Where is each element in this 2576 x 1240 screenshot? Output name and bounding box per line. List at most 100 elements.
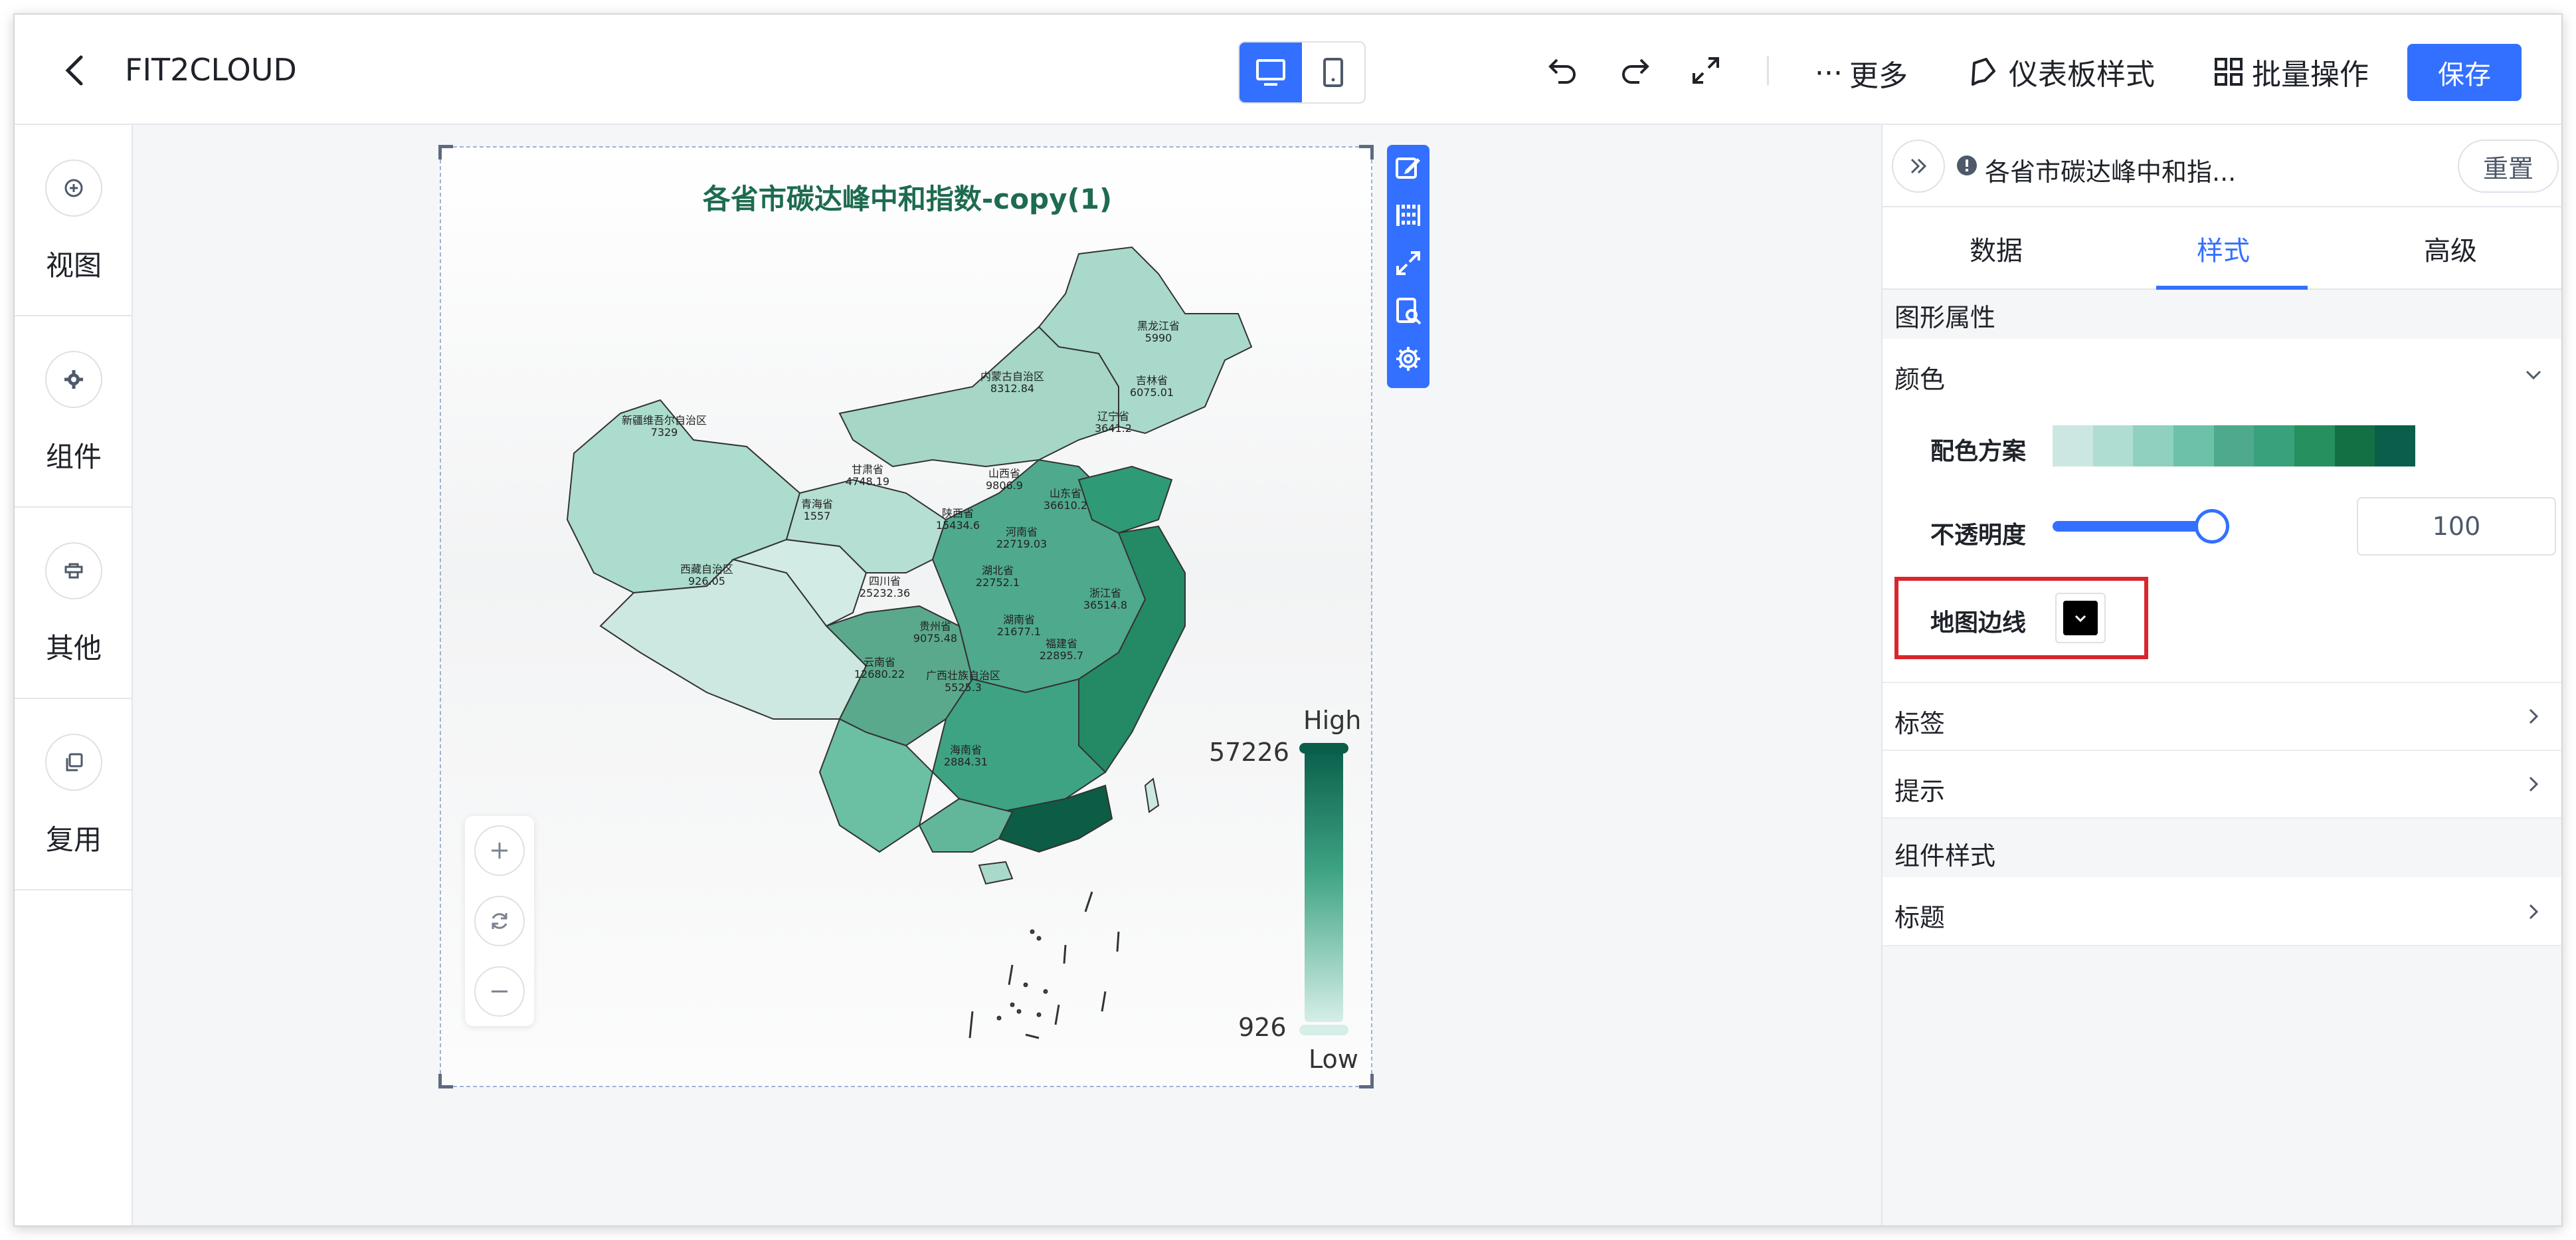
legend-handle-top[interactable] — [1299, 743, 1348, 754]
edit-icon[interactable] — [1394, 153, 1423, 182]
color-scheme-swatch — [2133, 425, 2174, 466]
color-group-header[interactable]: 颜色 — [1894, 359, 1945, 395]
sidebar-item-label: 其他 — [45, 632, 102, 665]
plus-circle-icon — [45, 159, 102, 217]
chevron-down-icon[interactable] — [2522, 363, 2545, 387]
title-group-header: 标题 — [1894, 903, 1946, 932]
top-toolbar: FIT2CLOUD ··· 更多 仪表板样式 批量操作 保存 — [15, 15, 2561, 125]
map-label-value: 6075.01 — [1130, 386, 1174, 399]
map-label-value: 4748.19 — [846, 475, 889, 488]
color-scheme-swatch — [2053, 425, 2093, 466]
map-label-value: 36610.2 — [1044, 499, 1087, 512]
dashboard-style-button[interactable]: 仪表板样式 — [1968, 51, 2155, 93]
map-label-name: 青海省 — [801, 498, 833, 510]
map-label-name: 山东省 — [1050, 487, 1081, 500]
back-arrow-icon[interactable] — [56, 51, 96, 90]
map-label-name: 甘肃省 — [852, 463, 883, 476]
save-button[interactable]: 保存 — [2407, 44, 2522, 101]
undo-button[interactable] — [1546, 53, 1581, 88]
opacity-slider-handle[interactable] — [2195, 509, 2229, 544]
dashboard-title: FIT2CLOUD — [125, 52, 297, 88]
map-label-value: 5525.3 — [945, 681, 982, 694]
fullscreen-button[interactable] — [1689, 53, 1723, 88]
sidebar-item-label: 视图 — [45, 249, 102, 282]
app-window: FIT2CLOUD ··· 更多 仪表板样式 批量操作 保存 视图 组件 其他 … — [13, 13, 2563, 1227]
linkage-icon[interactable] — [1394, 201, 1423, 230]
label-settings-group[interactable]: 标签 — [1883, 683, 2561, 751]
sidebar-item-component[interactable]: 组件 — [15, 316, 133, 508]
map-label-name: 广西壮族自治区 — [926, 669, 1000, 682]
map-label-value: 15434.6 — [936, 519, 980, 532]
desktop-icon — [1256, 59, 1285, 86]
chevron-right-icon — [2529, 708, 2539, 724]
batch-operation-button[interactable]: 批量操作 — [2213, 51, 2369, 93]
map-label-value: 8312.84 — [990, 382, 1034, 395]
color-scheme-swatch — [2213, 425, 2254, 466]
more-button[interactable]: ··· 更多 — [1815, 52, 1908, 94]
map-label-value: 9075.48 — [913, 632, 957, 645]
enlarge-icon[interactable] — [1394, 249, 1423, 278]
title-settings-group[interactable]: 标题 — [1883, 877, 2561, 946]
reset-button[interactable]: 重置 — [2458, 140, 2559, 193]
sidebar-item-other[interactable]: 其他 — [15, 508, 133, 699]
map-label-value: 22719.03 — [996, 538, 1047, 550]
map-label-value: 21677.1 — [997, 625, 1041, 638]
tab-data[interactable]: 数据 — [1883, 207, 2110, 290]
plus-icon — [492, 843, 507, 859]
settings-gear-icon[interactable] — [1394, 344, 1423, 373]
reset-zoom-button[interactable] — [474, 896, 525, 946]
map-label-name: 山西省 — [988, 467, 1020, 480]
tab-advanced[interactable]: 高级 — [2337, 207, 2561, 290]
china-map[interactable]: 黑龙江省 5990 吉林省 6075.01 辽宁省 3641.2 内蒙古自治区 … — [441, 148, 1374, 1088]
color-scheme-swatches[interactable] — [2053, 425, 2416, 466]
tab-style[interactable]: 样式 — [2110, 207, 2337, 290]
legend-max-value: 57226 — [1209, 738, 1289, 767]
component-sidebar: 视图 组件 其他 复用 — [15, 125, 133, 1225]
map-label-name: 浙江省 — [1089, 587, 1121, 599]
sidebar-item-view[interactable]: 视图 — [15, 125, 133, 316]
zoom-in-button[interactable] — [474, 825, 525, 876]
chevron-down-icon — [2074, 615, 2086, 623]
map-label-name: 新疆维吾尔自治区 — [622, 414, 707, 427]
redo-button[interactable] — [1617, 53, 1651, 88]
batch-operation-label: 批量操作 — [2252, 58, 2369, 92]
map-label-name: 内蒙古自治区 — [980, 370, 1044, 383]
legend-high-label: High — [1303, 706, 1362, 735]
legend-handle-bottom[interactable] — [1299, 1025, 1348, 1035]
map-label-name: 贵州省 — [919, 620, 951, 633]
map-label-value: 5990 — [1145, 332, 1172, 344]
minus-icon — [492, 990, 507, 993]
grid-icon — [2215, 58, 2243, 86]
zoom-out-button[interactable] — [474, 966, 525, 1017]
map-label-name: 四川省 — [869, 575, 901, 587]
opacity-slider-track[interactable] — [2053, 521, 2212, 532]
map-label-value: 2884.31 — [944, 756, 988, 768]
more-label: 更多 — [1849, 59, 1908, 93]
map-label-value: 1557 — [804, 510, 831, 522]
sidebar-item-label: 组件 — [45, 441, 102, 473]
mobile-view-button[interactable] — [1302, 43, 1364, 102]
section-component-style: 组件样式 — [1894, 841, 1996, 871]
gear-icon — [45, 351, 102, 408]
desktop-view-button[interactable] — [1240, 43, 1302, 102]
map-chart-widget[interactable]: 各省市碳达峰中和指数-copy(1) 黑龙江省 5990 吉林省 6075.01… — [438, 145, 1374, 1088]
redo-icon — [1622, 58, 1649, 84]
region-taiwan[interactable] — [1144, 777, 1160, 813]
sidebar-item-reuse[interactable]: 复用 — [15, 699, 133, 890]
collapse-panel-button[interactable] — [1892, 140, 1945, 193]
view-detail-icon[interactable] — [1394, 296, 1423, 326]
color-scheme-swatch — [2375, 425, 2416, 466]
map-label-name: 河南省 — [1006, 526, 1038, 538]
device-switcher — [1238, 41, 1366, 104]
dashboard-style-label: 仪表板样式 — [2009, 58, 2155, 92]
border-color-picker[interactable] — [2055, 593, 2106, 643]
legend-low-label: Low — [1309, 1045, 1358, 1074]
mobile-icon — [1323, 58, 1343, 87]
color-scheme-swatch — [2254, 425, 2295, 466]
color-scheme-swatch — [2173, 425, 2214, 466]
color-scheme-swatch — [2092, 425, 2134, 466]
region-hainan[interactable] — [978, 861, 1014, 885]
border-color-swatch — [2063, 601, 2098, 635]
tooltip-settings-group[interactable]: 提示 — [1883, 751, 2561, 819]
opacity-input[interactable]: 100 — [2357, 497, 2556, 556]
